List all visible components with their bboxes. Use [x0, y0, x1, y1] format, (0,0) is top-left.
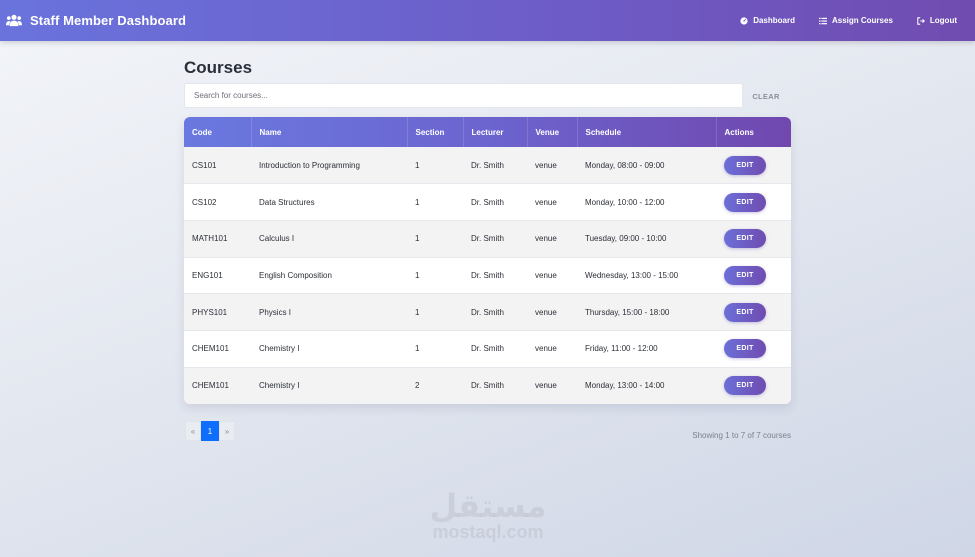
cell-code: CHEM101 — [192, 381, 229, 391]
watermark-arabic: مستقل — [429, 487, 547, 525]
cell-name: Calculus I — [259, 234, 295, 244]
column-header-section[interactable]: Section — [407, 117, 464, 147]
column-header-name[interactable]: Name — [251, 117, 408, 147]
nav-assign-courses-label: Assign Courses — [831, 16, 893, 25]
cell-lecturer: Dr. Smith — [471, 160, 504, 170]
cell-section: 2 — [415, 381, 420, 391]
cell-actions: EDIT — [716, 220, 791, 257]
cell-lecturer: Dr. Smith — [471, 234, 504, 244]
cell-section: 1 — [415, 344, 420, 354]
cell-code: PHYS101 — [192, 307, 228, 317]
table-row: CS101 Introduction to Programming 1 Dr. … — [184, 147, 791, 184]
cell-code: CS101 — [192, 160, 217, 170]
pagination-page-1[interactable]: 1 — [201, 421, 219, 441]
cell-schedule: Thursday, 15:00 - 18:00 — [585, 307, 670, 317]
page-title: Courses — [184, 58, 253, 77]
list-icon — [818, 17, 827, 24]
cell-code: CS102 — [192, 197, 217, 207]
nav-assign-courses-link[interactable]: Assign Courses — [818, 16, 893, 25]
cell-schedule: Friday, 11:00 - 12:00 — [585, 344, 658, 354]
nav-dashboard-link[interactable]: Dashboard — [740, 16, 795, 25]
cell-section: 1 — [415, 307, 420, 317]
nav-logout-label: Logout — [929, 16, 957, 25]
clear-button[interactable]: CLEAR — [748, 88, 784, 104]
column-header-schedule[interactable]: Schedule — [577, 117, 717, 147]
table-row: MATH101 Calculus I 1 Dr. Smith venue Tue… — [184, 220, 791, 258]
edit-button[interactable]: EDIT — [724, 265, 766, 285]
cell-lecturer: Dr. Smith — [471, 307, 504, 317]
cell-schedule: Monday, 13:00 - 14:00 — [585, 381, 665, 391]
watermark-logo: مستقل mostaql.com — [428, 490, 548, 542]
pagination-summary: Showing 1 to 7 of 7 courses — [692, 431, 791, 440]
watermark-latin: mostaql.com — [432, 522, 544, 542]
cell-lecturer: Dr. Smith — [471, 270, 504, 280]
edit-button[interactable]: EDIT — [724, 155, 766, 175]
column-header-lecturer[interactable]: Lecturer — [463, 117, 528, 147]
cell-name: Introduction to Programming — [259, 160, 360, 170]
cell-venue: venue — [535, 344, 557, 354]
table-row: CS102 Data Structures 1 Dr. Smith venue … — [184, 183, 791, 221]
cell-venue: venue — [535, 270, 557, 280]
cell-venue: venue — [535, 307, 557, 317]
edit-button[interactable]: EDIT — [724, 376, 766, 396]
cell-actions: EDIT — [716, 184, 791, 221]
cell-actions: EDIT — [716, 330, 791, 367]
edit-button[interactable]: EDIT — [724, 229, 766, 249]
search-input[interactable] — [184, 83, 743, 108]
cell-name: Chemistry I — [259, 344, 300, 354]
users-icon — [6, 14, 22, 27]
edit-button[interactable]: EDIT — [724, 302, 766, 322]
cell-name: Data Structures — [259, 197, 315, 207]
cell-schedule: Monday, 10:00 - 12:00 — [585, 197, 665, 207]
cell-venue: venue — [535, 381, 557, 391]
top-navbar: Staff Member Dashboard Dashboard Assign … — [0, 0, 975, 41]
table-row: ENG101 English Composition 1 Dr. Smith v… — [184, 257, 791, 294]
column-header-venue[interactable]: Venue — [527, 117, 578, 147]
pagination-next-button[interactable]: » — [219, 421, 235, 441]
edit-button[interactable]: EDIT — [724, 339, 766, 359]
column-header-code[interactable]: Code — [184, 117, 252, 147]
cell-venue: venue — [535, 234, 557, 244]
cell-venue: venue — [535, 160, 557, 170]
cell-actions: EDIT — [716, 294, 791, 331]
cell-section: 1 — [415, 160, 420, 170]
cell-lecturer: Dr. Smith — [471, 344, 504, 354]
cell-name: Physics I — [259, 307, 292, 317]
table-row: PHYS101 Physics I 1 Dr. Smith venue Thur… — [184, 293, 791, 331]
cell-code: ENG101 — [192, 270, 223, 280]
nav-links: Dashboard Assign Courses Logout — [740, 16, 957, 25]
dashboard-icon — [740, 16, 748, 25]
cell-schedule: Tuesday, 09:00 - 10:00 — [585, 234, 667, 244]
cell-actions: EDIT — [716, 257, 791, 294]
logout-icon — [917, 16, 925, 25]
cell-section: 1 — [415, 197, 420, 207]
cell-schedule: Monday, 08:00 - 09:00 — [585, 160, 665, 170]
cell-schedule: Wednesday, 13:00 - 15:00 — [585, 270, 679, 280]
table-row: CHEM101 Chemistry I 1 Dr. Smith venue Fr… — [184, 330, 791, 368]
pagination-prev-button[interactable]: « — [185, 421, 201, 441]
pagination: « 1 » — [185, 421, 235, 441]
courses-table-card: Code Name Section Lecturer Venue Schedul… — [184, 117, 791, 404]
cell-venue: venue — [535, 197, 557, 207]
cell-code: CHEM101 — [192, 344, 229, 354]
cell-actions: EDIT — [716, 147, 791, 184]
cell-actions: EDIT — [716, 367, 791, 404]
nav-dashboard-label: Dashboard — [753, 16, 795, 25]
cell-name: Chemistry I — [259, 381, 300, 391]
nav-logout-link[interactable]: Logout — [917, 16, 957, 25]
column-header-actions: Actions — [724, 127, 754, 137]
cell-lecturer: Dr. Smith — [471, 381, 504, 391]
cell-section: 1 — [415, 234, 420, 244]
cell-section: 1 — [415, 270, 420, 280]
table-row: CHEM101 Chemistry I 2 Dr. Smith venue Mo… — [184, 367, 791, 404]
cell-lecturer: Dr. Smith — [471, 197, 504, 207]
table-header-row: Code Name Section Lecturer Venue Schedul… — [184, 117, 791, 147]
courses-table: Code Name Section Lecturer Venue Schedul… — [184, 117, 791, 404]
cell-code: MATH101 — [192, 234, 228, 244]
brand[interactable]: Staff Member Dashboard — [6, 13, 186, 28]
cell-name: English Composition — [259, 270, 332, 280]
edit-button[interactable]: EDIT — [724, 192, 766, 212]
brand-title: Staff Member Dashboard — [30, 13, 187, 28]
